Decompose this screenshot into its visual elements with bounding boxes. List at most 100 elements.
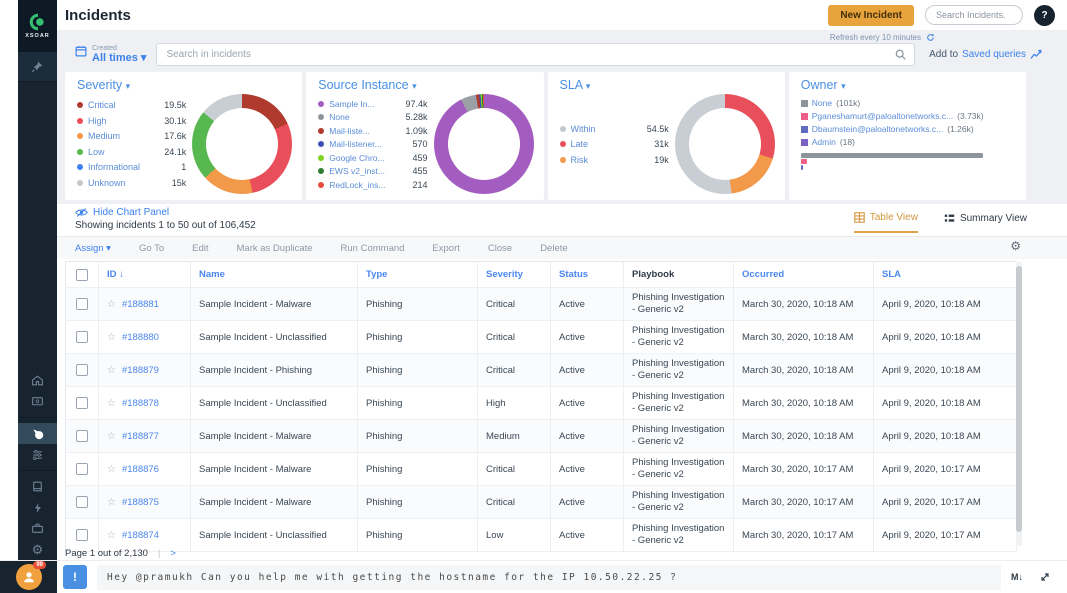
legend-item[interactable]: Google Chro... 459 — [318, 151, 427, 165]
sidebar-item-settings[interactable]: ⚙ — [18, 539, 57, 560]
table-row[interactable]: ☆#188880 Sample Incident - Unclassified … — [66, 321, 1017, 354]
table-settings-gear-icon[interactable]: ⚙ — [1010, 240, 1021, 252]
table-row[interactable]: ☆#188876 Sample Incident - Malware Phish… — [66, 453, 1017, 486]
created-filter-dropdown[interactable]: Created All times ▾ — [75, 45, 146, 65]
source-instance-chart-title[interactable]: Source Instance ▾ — [318, 78, 533, 92]
table-row[interactable]: ☆#188879 Sample Incident - Phishing Phis… — [66, 354, 1017, 387]
new-incident-button[interactable]: New Incident — [828, 5, 914, 26]
sidebar-item-home[interactable] — [18, 370, 57, 391]
close-button[interactable]: Close — [488, 243, 512, 254]
refresh-control[interactable]: Refresh every 10 minutes — [830, 33, 935, 42]
expand-icon[interactable] — [1039, 571, 1051, 583]
sidebar-item-incidents[interactable] — [18, 423, 57, 444]
table-row[interactable]: ☆#188881 Sample Incident - Malware Phish… — [66, 288, 1017, 321]
legend-item[interactable]: RedLock_ins... 214 — [318, 178, 427, 192]
go-to-button[interactable]: Go To — [139, 243, 164, 254]
legend-item[interactable]: EWS v2_inst... 455 — [318, 164, 427, 178]
tab-summary-view[interactable]: Summary View — [944, 212, 1027, 233]
legend-item[interactable]: Pganeshamurt@paloaltonetworks.c... (3.73… — [801, 111, 1016, 121]
owner-bar-chart[interactable] — [801, 153, 983, 176]
table-scrollbar[interactable] — [1016, 262, 1022, 546]
source-instance-donut-chart[interactable] — [434, 94, 534, 194]
export-button[interactable]: Export — [432, 243, 459, 254]
incident-id-link[interactable]: #188875 — [122, 497, 159, 508]
column-header-sla[interactable]: SLA — [874, 262, 1017, 288]
next-page-button[interactable]: > — [170, 548, 176, 559]
saved-queries-link[interactable]: Saved queries — [962, 49, 1026, 60]
column-header-name[interactable]: Name — [191, 262, 358, 288]
tab-table-view[interactable]: Table View — [854, 212, 918, 233]
row-checkbox[interactable] — [76, 298, 88, 310]
legend-item[interactable]: Mail-liste... 1.09k — [318, 124, 427, 138]
table-row[interactable]: ☆#188875 Sample Incident - Malware Phish… — [66, 486, 1017, 519]
delete-button[interactable]: Delete — [540, 243, 567, 254]
incident-id-link[interactable]: #188881 — [122, 299, 159, 310]
select-all-checkbox[interactable] — [76, 269, 88, 281]
legend-item[interactable]: Mail-listener... 570 — [318, 137, 427, 151]
star-icon[interactable]: ☆ — [107, 464, 116, 475]
run-command-button[interactable]: Run Command — [341, 243, 405, 254]
column-header-playbook[interactable]: Playbook — [624, 262, 734, 288]
row-checkbox[interactable] — [76, 364, 88, 376]
sidebar-item-playbooks[interactable] — [18, 476, 57, 497]
incident-id-link[interactable]: #188879 — [122, 365, 159, 376]
column-header-severity[interactable]: Severity — [478, 262, 551, 288]
column-header-type[interactable]: Type — [358, 262, 478, 288]
sla-chart-title[interactable]: SLA ▾ — [560, 78, 775, 92]
star-icon[interactable]: ☆ — [107, 497, 116, 508]
star-icon[interactable]: ☆ — [107, 398, 116, 409]
sla-donut-chart[interactable] — [675, 94, 775, 194]
trend-chart-icon[interactable] — [1030, 49, 1043, 60]
star-icon[interactable]: ☆ — [107, 299, 116, 310]
sidebar-item-dashboards[interactable] — [18, 391, 57, 412]
legend-item[interactable]: High 30.1k — [77, 113, 186, 129]
legend-item[interactable]: Sample In... 97.4k — [318, 97, 427, 111]
incident-id-link[interactable]: #188876 — [122, 464, 159, 475]
legend-item[interactable]: Risk 19k — [560, 152, 669, 168]
legend-item[interactable]: None 5.28k — [318, 110, 427, 124]
markdown-icon[interactable]: M↓ — [1011, 572, 1023, 582]
incident-id-link[interactable]: #188878 — [122, 398, 159, 409]
star-icon[interactable]: ☆ — [107, 332, 116, 343]
row-checkbox[interactable] — [76, 397, 88, 409]
legend-item[interactable]: Within 54.5k — [560, 121, 669, 137]
legend-item[interactable]: None (101k) — [801, 98, 1016, 108]
legend-item[interactable]: Informational 1 — [77, 160, 186, 176]
row-checkbox[interactable] — [76, 430, 88, 442]
column-header-occurred[interactable]: Occurred — [734, 262, 874, 288]
incident-id-link[interactable]: #188880 — [122, 332, 159, 343]
legend-item[interactable]: Admin (18) — [801, 137, 855, 147]
incident-id-link[interactable]: #188874 — [122, 530, 159, 541]
column-header-status[interactable]: Status — [551, 262, 624, 288]
table-row[interactable]: ☆#188877 Sample Incident - Malware Phish… — [66, 420, 1017, 453]
legend-item[interactable]: Late 31k — [560, 136, 669, 152]
owner-chart-title[interactable]: Owner ▾ — [801, 78, 1016, 92]
alert-button[interactable]: ! — [63, 565, 87, 589]
row-checkbox[interactable] — [76, 496, 88, 508]
edit-button[interactable]: Edit — [192, 243, 208, 254]
row-checkbox[interactable] — [76, 463, 88, 475]
legend-item[interactable]: Low 24.1k — [77, 144, 186, 160]
star-icon[interactable]: ☆ — [107, 530, 116, 541]
pin-button[interactable] — [18, 52, 57, 82]
sidebar-item-toolbox[interactable] — [18, 518, 57, 539]
severity-chart-title[interactable]: Severity ▾ — [77, 78, 292, 92]
legend-item[interactable]: Critical 19.5k — [77, 98, 186, 114]
table-row[interactable]: ☆#188878 Sample Incident - Unclassified … — [66, 387, 1017, 420]
table-row[interactable]: ☆#188874 Sample Incident - Unclassified … — [66, 519, 1017, 552]
avatar[interactable]: 99 — [16, 564, 42, 590]
hide-chart-panel-link[interactable]: Hide Chart Panel — [75, 207, 169, 218]
scrollbar-thumb[interactable] — [1016, 266, 1022, 532]
sidebar-item-war-room[interactable] — [18, 444, 57, 465]
help-button[interactable]: ? — [1034, 5, 1055, 26]
xsoar-logo[interactable]: XSOAR — [18, 0, 57, 52]
incident-id-link[interactable]: #188877 — [122, 431, 159, 442]
legend-item[interactable]: Unknown 15k — [77, 175, 186, 191]
assign-button[interactable]: Assign ▾ — [75, 243, 111, 254]
global-search-input[interactable] — [925, 5, 1023, 25]
mark-as-duplicate-button[interactable]: Mark as Duplicate — [237, 243, 313, 254]
legend-item[interactable]: Medium 17.6k — [77, 129, 186, 145]
star-icon[interactable]: ☆ — [107, 365, 116, 376]
chat-message-input[interactable] — [97, 565, 1001, 590]
row-checkbox[interactable] — [76, 529, 88, 541]
